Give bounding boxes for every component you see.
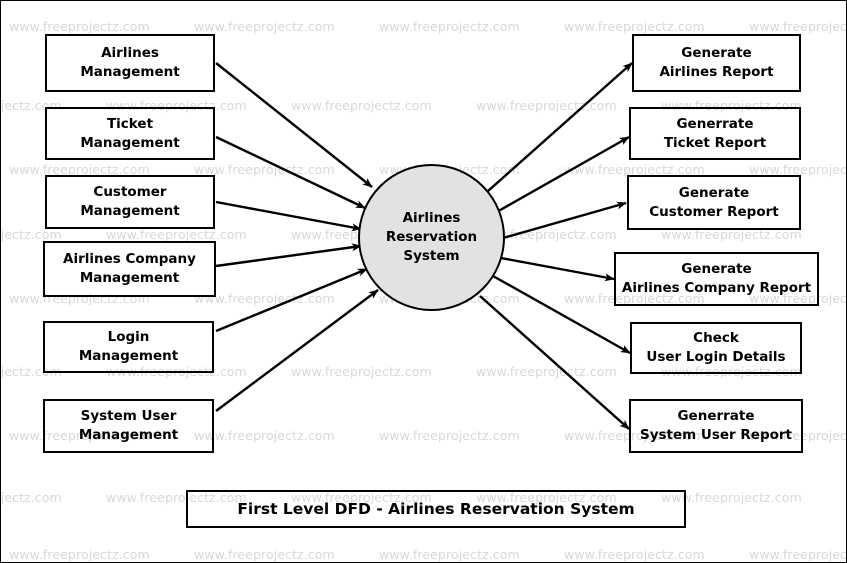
entity-ticket-management[interactable]: Ticket Management: [45, 107, 215, 160]
entity-check-user-login-details[interactable]: Check User Login Details: [630, 322, 802, 374]
process-airlines-reservation-system-label: Airlines Reservation System: [385, 209, 478, 265]
entity-generate-airlines-company-report[interactable]: Generate Airlines Company Report: [614, 252, 819, 306]
entity-customer-management[interactable]: Customer Management: [45, 175, 215, 229]
entity-generrate-system-user-report[interactable]: Generrate System User Report: [629, 399, 803, 453]
entity-generrate-ticket-report[interactable]: Generrate Ticket Report: [629, 107, 801, 160]
entity-generate-customer-report-label: Generate Customer Report: [649, 184, 779, 220]
entity-login-management[interactable]: Login Management: [43, 321, 214, 373]
entity-generate-airlines-report-label: Generate Airlines Report: [659, 45, 774, 80]
entity-airlines-company-management[interactable]: Airlines Company Management: [43, 241, 216, 297]
entity-login-management-label: Login Management: [78, 329, 179, 364]
process-airlines-reservation-system[interactable]: Airlines Reservation System: [358, 164, 505, 311]
entity-system-user-management[interactable]: System User Management: [43, 399, 214, 453]
entity-generate-airlines-company-report-label: Generate Airlines Company Report: [621, 261, 812, 296]
entity-generrate-ticket-report-label: Generrate Ticket Report: [663, 115, 767, 151]
entity-generrate-system-user-report-label: Generrate System User Report: [639, 408, 793, 443]
entity-generate-customer-report[interactable]: Generate Customer Report: [627, 175, 801, 230]
diagram-title: First Level DFD - Airlines Reservation S…: [237, 500, 635, 518]
entity-system-user-management-label: System User Management: [78, 408, 179, 443]
entity-ticket-management-label: Ticket Management: [80, 115, 180, 151]
entity-customer-management-label: Customer Management: [80, 184, 180, 219]
entity-generate-airlines-report[interactable]: Generate Airlines Report: [632, 34, 801, 92]
diagram-title-box: First Level DFD - Airlines Reservation S…: [186, 490, 686, 528]
entity-airlines-management-label: Airlines Management: [80, 45, 180, 80]
dfd-diagram-canvas: www.freeprojectz.com www.freeprojectz.com…: [0, 0, 847, 563]
entity-airlines-management[interactable]: Airlines Management: [45, 34, 215, 92]
entity-check-user-login-details-label: Check User Login Details: [646, 330, 786, 365]
entity-airlines-company-management-label: Airlines Company Management: [63, 251, 196, 286]
